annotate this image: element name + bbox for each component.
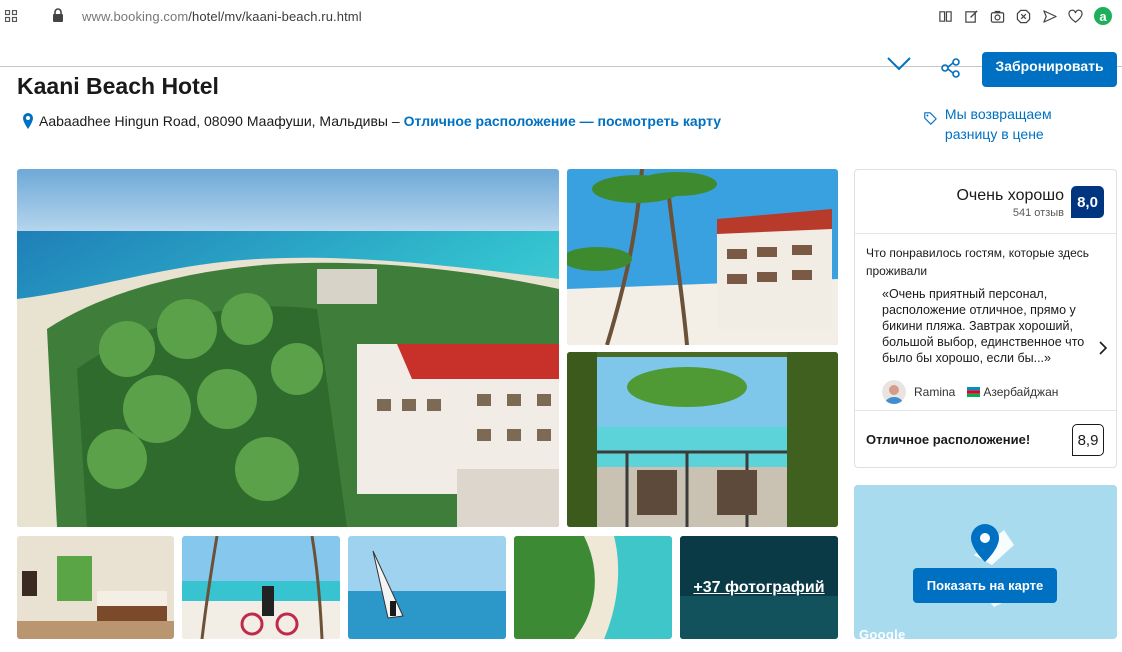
hotel-title: Kaani Beach Hotel (17, 73, 219, 99)
hotel-address: Aabaadhee Hingun Road, 08090 Маафуши, Ма… (22, 112, 721, 130)
price-match-text: Мы возвращаем разницу в цене (944, 106, 1052, 142)
chevron-right-icon[interactable] (1099, 341, 1107, 355)
price-tag-icon (924, 112, 937, 125)
browser-tools: a (932, 6, 1112, 26)
guests-liked-heading: Что понравилось гостям, которые здесь пр… (866, 246, 1089, 278)
reviewer-name: Ramina (914, 385, 956, 399)
beach-bicycle-thumbnail[interactable] (182, 536, 340, 639)
location-score-badge: 8,9 (1072, 424, 1104, 456)
reviewer-country: Азербайджан (983, 385, 1059, 399)
map-preview[interactable]: Показать на карте Google (854, 485, 1117, 639)
location-pin-icon (23, 113, 33, 129)
aerial-beach-thumbnail[interactable] (514, 536, 672, 639)
url-host: www.booking.com (82, 9, 189, 24)
reader-mode-icon[interactable] (932, 6, 958, 26)
save-heart-icon[interactable] (886, 56, 912, 78)
review-card: Очень хорошо 541 отзыв 8,0 Что понравило… (854, 169, 1117, 468)
azerbaijan-flag-icon (967, 387, 981, 397)
camera-icon[interactable] (984, 6, 1010, 26)
adblock-icon[interactable] (1010, 6, 1036, 26)
more-photos-thumbnail[interactable]: +37 фотографий (680, 536, 838, 639)
address-text: Aabaadhee Hingun Road, 08090 Маафуши, Ма… (39, 113, 400, 129)
reserve-button[interactable]: Забронировать (982, 52, 1117, 87)
url-path: /hotel/mv/kaani-beach.ru.html (188, 9, 362, 24)
edit-icon[interactable] (958, 6, 984, 26)
reserve-button-label: Забронировать (995, 58, 1104, 74)
review-quote: «Очень приятный персонал, расположение о… (882, 287, 1085, 365)
room-thumbnail[interactable] (17, 536, 174, 639)
tabs-grid-icon[interactable] (5, 10, 17, 22)
favorite-heart-icon[interactable] (1062, 6, 1088, 26)
hotel-palms-photo[interactable] (567, 169, 838, 345)
balcony-view-photo[interactable] (567, 352, 838, 527)
review-divider (855, 233, 1116, 234)
review-score-badge[interactable]: 8,0 (1071, 186, 1104, 218)
send-icon[interactable] (1036, 6, 1062, 26)
map-pin-icon (971, 524, 999, 562)
review-score-label: Очень хорошо (956, 187, 1064, 204)
reviewer-avatar (882, 380, 906, 404)
windsurf-thumbnail[interactable] (348, 536, 506, 639)
more-photos-link[interactable]: +37 фотографий (680, 536, 838, 639)
location-rating-label: Отличное расположение! (866, 432, 1031, 447)
share-icon[interactable] (940, 56, 962, 80)
browser-toolbar: www.booking.com/hotel/mv/kaani-beach.ru.… (0, 0, 1122, 34)
address-bar[interactable]: www.booking.com/hotel/mv/kaani-beach.ru.… (82, 9, 362, 24)
main-hotel-photo[interactable] (17, 169, 559, 527)
extension-a-icon[interactable]: a (1094, 7, 1112, 25)
google-logo: Google (859, 627, 906, 639)
review-divider-2 (855, 410, 1116, 411)
lock-icon[interactable] (52, 8, 64, 23)
view-map-link[interactable]: Отличное расположение — посмотреть карту (404, 113, 721, 129)
reviewer-info: Ramina Азербайджан (882, 380, 1058, 404)
review-count: 541 отзыв (1012, 207, 1064, 219)
price-match[interactable]: Мы возвращаем разницу в цене (924, 104, 1104, 144)
show-on-map-button[interactable]: Показать на карте (913, 568, 1057, 603)
